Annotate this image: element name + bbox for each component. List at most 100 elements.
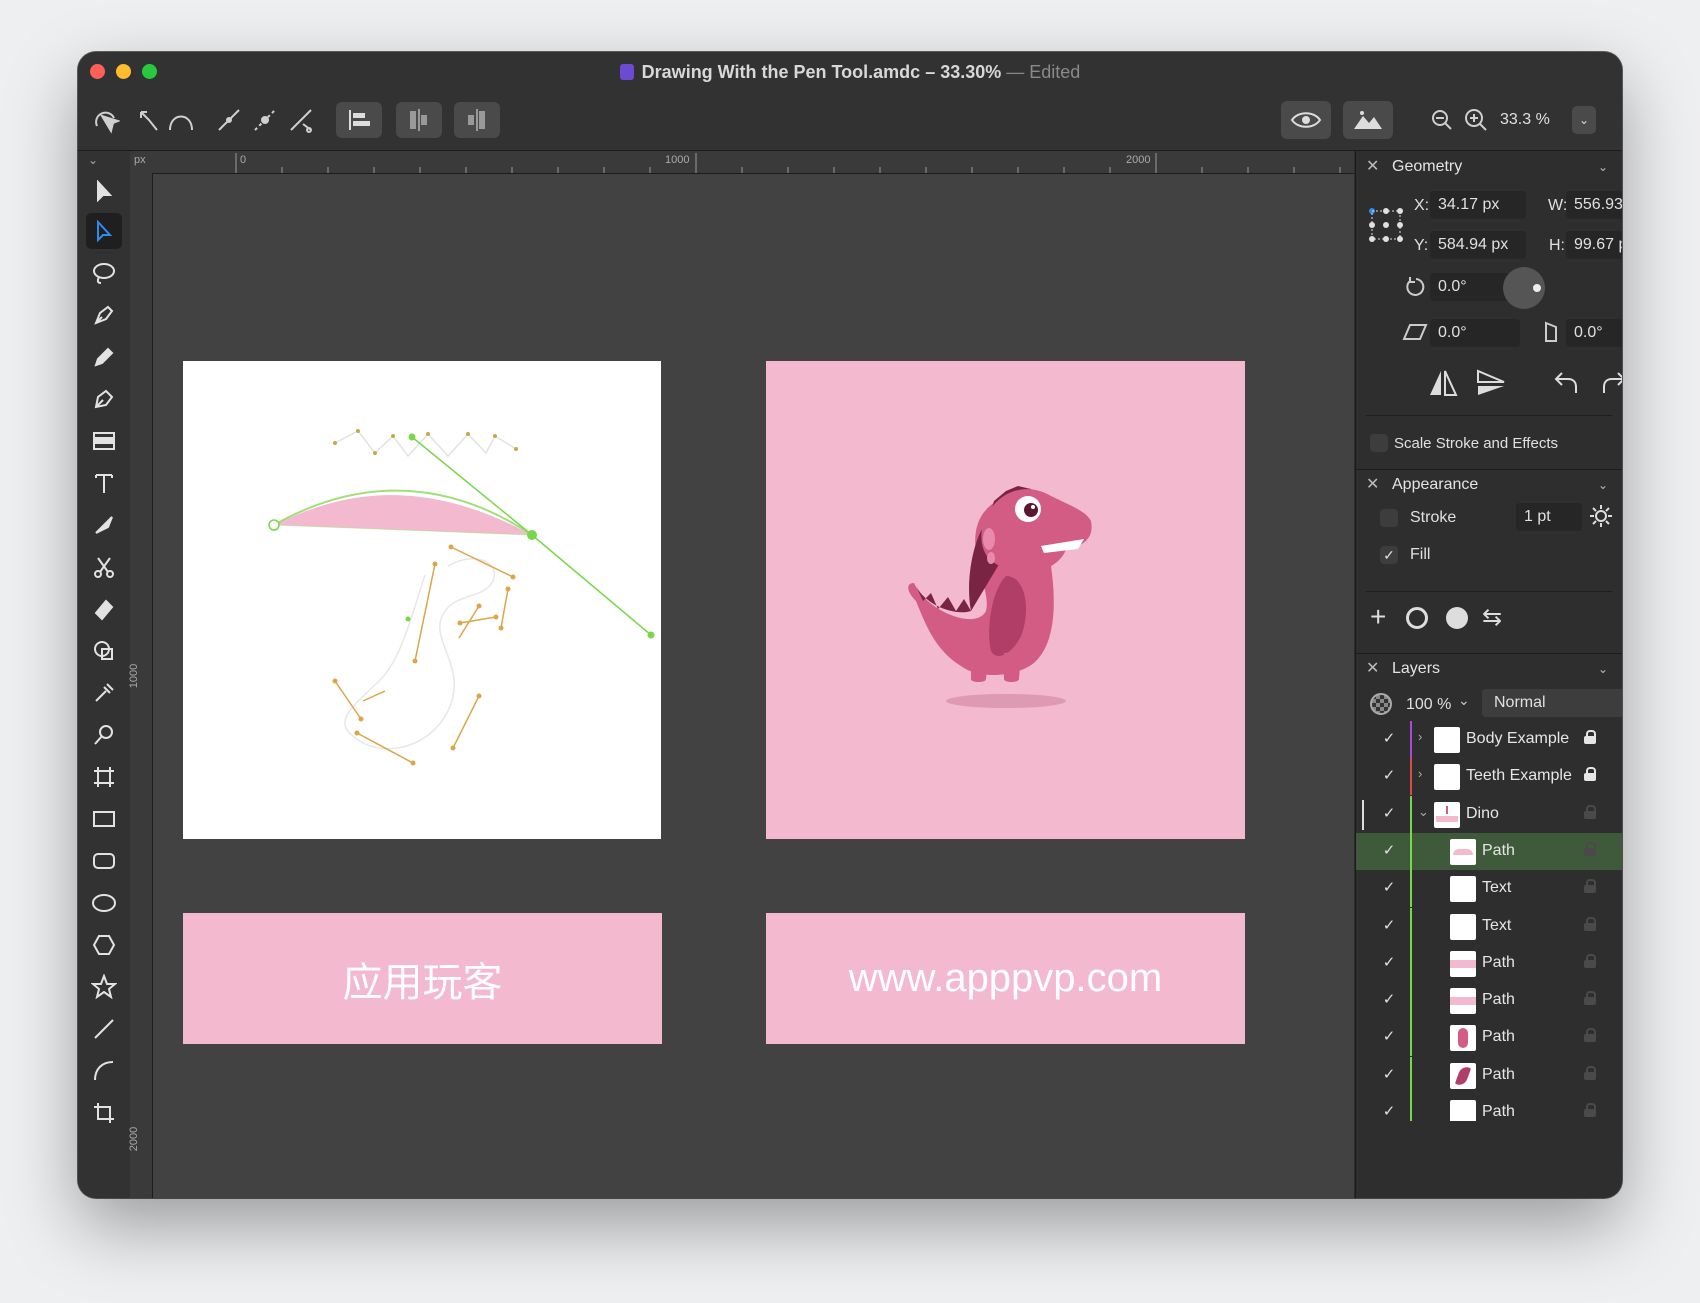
eraser-tool-icon[interactable] [86,591,122,627]
fill-tool-icon[interactable] [86,423,122,459]
layer-visibility-checkbox[interactable]: ✓ [1380,805,1398,823]
layer-visibility-checkbox[interactable]: ✓ [1380,917,1398,935]
layer-row[interactable]: ✓ ⌄ Dino [1356,795,1622,833]
close-icon[interactable]: ✕ [1366,654,1379,684]
shear-field[interactable]: 0.0° [1430,319,1520,347]
lock-icon[interactable] [1584,1103,1596,1117]
layer-row[interactable]: ✓ Path [1356,944,1622,982]
lasso-tool-icon[interactable] [86,255,122,291]
zoom-level[interactable]: 33.3 % [1500,106,1580,134]
artboard-dino[interactable] [766,361,1245,839]
lock-icon[interactable] [1584,916,1596,931]
lock-icon[interactable] [1584,730,1596,744]
zoom-dropdown-button[interactable]: ⌄ [1572,106,1596,134]
flip-horizontal-icon[interactable] [1428,369,1458,397]
layer-row[interactable]: ✓ › Teeth Example [1356,758,1622,796]
chevron-right-icon[interactable]: › [1418,729,1422,744]
flip-vertical-icon[interactable] [1476,369,1506,397]
preview-mode-button[interactable] [1343,101,1393,139]
layer-row[interactable]: ✓ Path [1356,832,1622,870]
fill-checkbox[interactable]: ✓ [1380,546,1398,564]
stroke-width-field[interactable]: 1 pt [1516,503,1582,531]
shape-builder-tool-icon[interactable] [86,633,122,669]
scissors-tool-icon[interactable] [86,549,122,585]
smooth-node-icon[interactable] [134,100,164,140]
height-field[interactable]: 99.67 px [1566,231,1622,259]
chevron-down-icon[interactable]: ⌄ [1598,152,1608,182]
add-fill-icon[interactable] [1446,607,1468,629]
break-node-icon[interactable] [212,100,246,140]
ellipse-tool-icon[interactable] [86,885,122,921]
chevron-right-icon[interactable]: › [1418,766,1422,781]
vertical-ruler[interactable]: 1000 2000 [128,173,153,1198]
layer-row[interactable]: ✓ Path [1356,1019,1622,1057]
layer-visibility-checkbox[interactable]: ✓ [1380,954,1398,972]
align-left-button[interactable] [336,102,382,138]
chevron-down-icon[interactable]: ⌄ [1598,470,1608,500]
lock-icon[interactable] [1584,767,1596,782]
skew-field[interactable]: 0.0° [1566,319,1622,347]
line-tool-icon[interactable] [86,1011,122,1047]
lock-icon[interactable] [1584,879,1596,894]
distribute-button[interactable] [396,102,442,138]
layer-visibility-checkbox[interactable]: ✓ [1380,730,1398,748]
layer-row[interactable]: ✓ Path [1356,1056,1622,1094]
layer-row[interactable]: ✓ › Body Example [1356,721,1622,758]
opacity-chevron-icon[interactable]: ⌄ [1458,692,1470,709]
opacity-icon[interactable] [1370,693,1392,715]
geometry-panel-header[interactable]: ✕ Geometry ⌄ [1356,152,1622,182]
rotate-right-icon[interactable] [1600,369,1622,397]
swap-icon[interactable]: ⇆ [1482,603,1502,632]
join-node-icon[interactable] [248,100,282,140]
blend-mode-select[interactable]: Normal⌄ [1482,689,1622,717]
banner-url-text[interactable]: www.apppvp.com [766,913,1245,1044]
appearance-panel-header[interactable]: ✕ Appearance ⌄ [1356,469,1622,500]
layers-panel-header[interactable]: ✕ Layers ⌄ [1356,653,1622,684]
tools-collapse-icon[interactable]: ⌄ [88,153,98,167]
x-field[interactable]: 34.17 px [1430,191,1526,219]
close-icon[interactable]: ✕ [1366,470,1379,500]
width-field[interactable]: 556.93 px [1566,191,1622,219]
anchor-selector-icon[interactable] [1368,207,1404,243]
zoom-out-icon[interactable] [1428,100,1456,140]
lock-icon[interactable] [1584,1028,1596,1043]
lock-icon[interactable] [1584,841,1596,856]
add-icon[interactable]: + [1370,603,1386,631]
horizontal-ruler[interactable]: px 0 1000 2000 [130,151,1354,174]
lock-icon[interactable] [1584,1065,1596,1080]
lock-icon[interactable] [1584,804,1596,819]
y-field[interactable]: 584.94 px [1430,231,1526,259]
polygon-tool-icon[interactable] [86,927,122,963]
scale-stroke-checkbox[interactable] [1370,434,1388,452]
layer-visibility-checkbox[interactable]: ✓ [1380,1066,1398,1084]
artboard-tool-icon[interactable] [86,759,122,795]
gear-icon[interactable] [1588,503,1614,529]
chevron-down-icon[interactable]: ⌄ [1418,804,1429,820]
lock-icon[interactable] [1584,953,1596,968]
move-tool-icon[interactable] [86,173,122,209]
align-center-button[interactable] [454,102,500,138]
arc-tool-icon[interactable] [86,1053,122,1089]
node-select-tool-icon[interactable] [86,213,122,249]
view-mode-button[interactable] [1281,101,1331,139]
node-tool-icon[interactable] [88,100,124,140]
layer-visibility-checkbox[interactable]: ✓ [1380,842,1398,860]
rounded-rectangle-tool-icon[interactable] [86,843,122,879]
layer-visibility-checkbox[interactable]: ✓ [1380,767,1398,785]
layer-row[interactable]: ✓ Path [1356,982,1622,1020]
rotate-left-icon[interactable] [1552,369,1580,397]
layer-row[interactable]: ✓ Text [1356,907,1622,945]
layer-row[interactable]: ✓ Path [1356,1094,1622,1121]
knife-tool-icon[interactable] [86,507,122,543]
rectangle-tool-icon[interactable] [86,801,122,837]
pencil-tool-icon[interactable] [86,339,122,375]
text-tool-icon[interactable] [86,465,122,501]
rotation-dial[interactable] [1503,267,1545,309]
vector-brush-tool-icon[interactable] [86,381,122,417]
layer-visibility-checkbox[interactable]: ✓ [1380,1028,1398,1046]
zoom-in-icon[interactable] [1462,100,1490,140]
add-stroke-icon[interactable] [1406,607,1428,629]
banner-chinese-text[interactable]: 应用玩客 [183,913,662,1044]
canvas[interactable]: 应用玩客 www.apppvp.com [153,174,1354,1198]
close-icon[interactable]: ✕ [1366,152,1379,182]
